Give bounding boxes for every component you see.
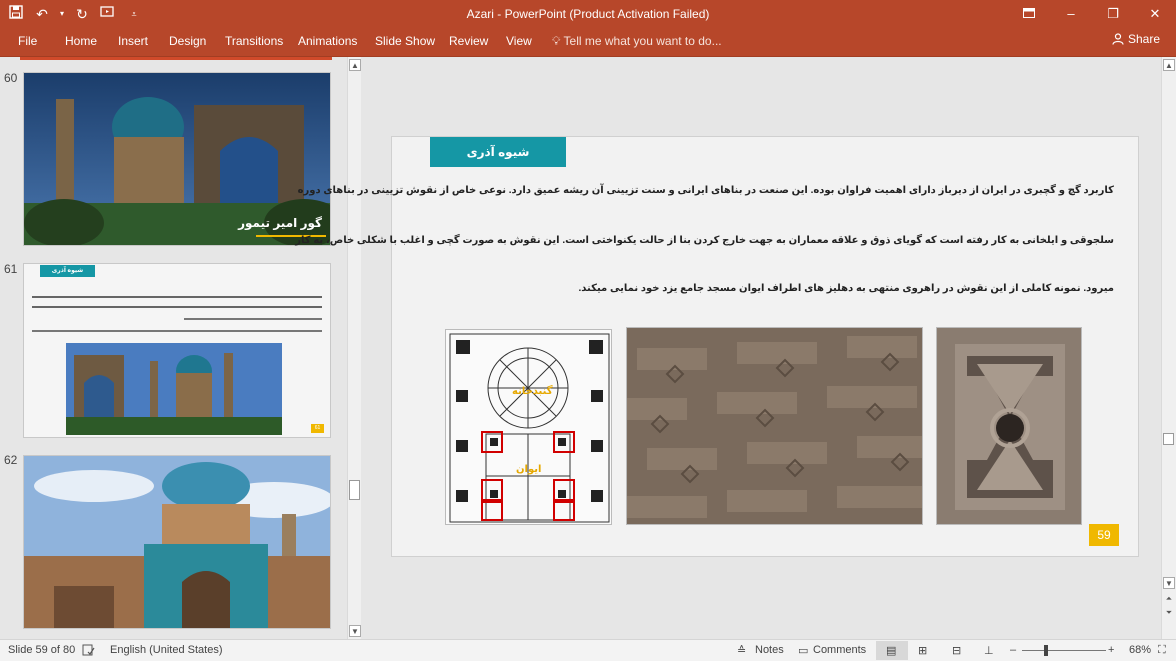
tab-review[interactable]: Review	[449, 34, 488, 48]
thumbnail-number: 62	[4, 453, 18, 467]
slide-text-line: کاربرد گچ و گچبری در ایران از دیرباز دار…	[297, 185, 1114, 196]
tab-insert[interactable]: Insert	[118, 34, 148, 48]
stucco-wall-photo[interactable]	[626, 327, 923, 525]
share-button[interactable]: Share	[1112, 32, 1160, 46]
share-label: Share	[1127, 32, 1160, 46]
lightbulb-icon: 💡︎	[552, 34, 561, 48]
slide-thumbnails-pane: 60 گور امیر تیمور 61 شیوه آذری 61 62	[0, 57, 364, 639]
ornament-drawing	[937, 328, 1081, 524]
fit-slide-icon[interactable]: ⛶	[1158, 644, 1166, 657]
current-slide[interactable]: شیوه آذری کاربرد گچ و گچبری در ایران از …	[295, 136, 1139, 557]
language-indicator[interactable]: English (United States)	[110, 644, 223, 656]
thumbnail-text-line	[32, 296, 322, 298]
person-icon	[1112, 33, 1124, 45]
slide-title-box[interactable]: شیوه آذری	[430, 137, 566, 167]
slide-number-badge: 59	[1089, 524, 1119, 546]
slide-sorter-icon[interactable]: ⊞	[918, 644, 927, 657]
slide-show-icon[interactable]: ⊥	[984, 644, 994, 657]
scrollbar-thumb[interactable]	[1163, 433, 1174, 445]
dome-photo	[24, 456, 330, 628]
editor-scrollbar[interactable]: ▲ ▼ ⏶ ⏷	[1161, 57, 1176, 639]
window-title: Azari - PowerPoint (Product Activation F…	[466, 7, 710, 21]
tab-design[interactable]: Design	[169, 34, 206, 48]
notes-icon[interactable]: ≙	[737, 644, 746, 657]
ribbon-display-options-icon[interactable]	[1008, 0, 1050, 28]
zoom-out-icon[interactable]: –	[1010, 644, 1016, 656]
slide-text-line: میرود. نمونه کاملی از این نقوش در راهروی…	[578, 283, 1115, 294]
tab-view[interactable]: View	[506, 34, 532, 48]
ornament-closeup-photo[interactable]	[936, 327, 1082, 525]
tab-file[interactable]: File	[18, 34, 37, 48]
plan-label-iwan: ایوان	[516, 464, 542, 475]
comments-button[interactable]: Comments	[813, 644, 866, 656]
thumbnail-number: 61	[4, 262, 18, 276]
thumbnail-text-line	[184, 318, 322, 320]
slide-text-line: سلجوقی و ایلخانی به کار رفته است که گویا…	[295, 235, 1114, 246]
previous-slide-icon[interactable]: ⏶	[1163, 593, 1175, 605]
comments-icon[interactable]: ▭	[798, 644, 808, 657]
scrollbar-thumb[interactable]	[349, 480, 360, 500]
notes-button[interactable]: Notes	[755, 644, 784, 656]
thumbnail-caption: گور امیر تیمور	[238, 216, 322, 230]
ribbon-tabs: File Home Insert Design Transitions Anim…	[0, 28, 1176, 56]
status-bar: Slide 59 of 80 English (United States) ≙…	[0, 639, 1176, 661]
thumbnail-number: 60	[4, 71, 18, 85]
tab-transitions[interactable]: Transitions	[225, 34, 283, 48]
thumbnail-slide-62[interactable]	[23, 455, 331, 629]
slide-counter: Slide 59 of 80	[8, 644, 76, 656]
normal-view-button[interactable]: ▤	[876, 641, 908, 660]
reading-view-icon[interactable]: ⊟	[952, 644, 961, 657]
close-icon[interactable]: ✕	[1134, 0, 1176, 28]
plan-label-dome: گنبدخانه	[512, 386, 553, 397]
scroll-down-icon[interactable]: ▼	[1163, 577, 1175, 589]
zoom-slider[interactable]	[1022, 650, 1106, 651]
mausoleum-photo	[66, 343, 282, 435]
thumbnail-title-box: شیوه آذری	[40, 265, 95, 277]
scroll-up-icon[interactable]: ▲	[1163, 59, 1175, 71]
thumbnail-slide-badge: 61	[311, 424, 324, 433]
normal-view-icon: ▤	[886, 645, 897, 657]
window-controls: – ❐ ✕	[1008, 0, 1176, 28]
zoom-slider-thumb[interactable]	[1044, 645, 1048, 656]
scroll-up-icon[interactable]: ▲	[349, 59, 361, 71]
floor-plan-image[interactable]: گنبدخانه ایوان	[445, 329, 612, 525]
scroll-down-icon[interactable]: ▼	[349, 625, 361, 637]
tell-me-box[interactable]: 💡︎ Tell me what you want to do...	[552, 34, 722, 49]
tab-home[interactable]: Home	[65, 34, 97, 48]
thumbnail-slide-61[interactable]: شیوه آذری 61	[23, 263, 331, 438]
floor-plan-drawing	[446, 330, 611, 524]
tab-animations[interactable]: Animations	[298, 34, 357, 48]
tab-slide-show[interactable]: Slide Show	[375, 34, 435, 48]
minimize-icon[interactable]: –	[1050, 0, 1092, 28]
thumbnail-slide-60[interactable]: گور امیر تیمور	[23, 72, 331, 246]
thumbnail-text-line	[32, 306, 322, 308]
thumbnail-text-line	[32, 330, 322, 332]
zoom-in-icon[interactable]: +	[1108, 644, 1114, 656]
spelling-check-icon[interactable]	[82, 644, 95, 659]
restore-icon[interactable]: ❐	[1092, 0, 1134, 28]
thumbnails-scrollbar[interactable]: ▲ ▼	[347, 57, 361, 639]
selected-slide-indicator	[20, 57, 332, 60]
tell-me-text: Tell me what you want to do...	[563, 34, 722, 48]
zoom-level[interactable]: 68%	[1129, 644, 1151, 656]
title-bar: ↶ ▾ ↻ ⩡ Azari - PowerPoint (Product Acti…	[0, 0, 1176, 28]
next-slide-icon[interactable]: ⏷	[1163, 607, 1175, 619]
stucco-pattern-drawing	[627, 328, 922, 524]
